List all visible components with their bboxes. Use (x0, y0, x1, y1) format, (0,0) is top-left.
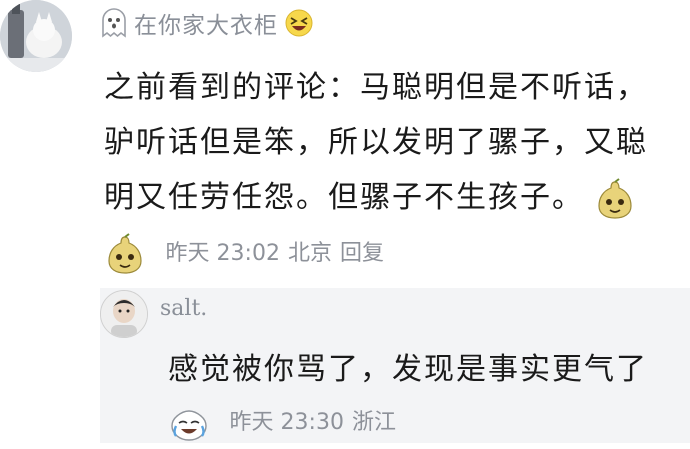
reply-meta: 昨天 23:30 浙江 (230, 397, 396, 449)
reply-time: 昨天 23:30 (229, 409, 344, 435)
comment-text: 之前看到的评论：马聪明但是不听话，驴听话但是笨，所以发明了骡子，又聪明又任劳任怨… (104, 70, 648, 215)
comment-location: 北京 (287, 241, 332, 266)
avatar-image (0, 0, 72, 72)
reply-location: 浙江 (351, 409, 396, 435)
comment-username[interactable]: 在你家大衣柜 (134, 6, 278, 40)
comment-time: 昨天 23:02 (165, 241, 280, 266)
comment-meta: 昨天 23:02 北京 回复 (166, 226, 384, 281)
reply-body: 感觉被你骂了，发现是事实更气了 昨天 23:30 浙江 (168, 344, 678, 449)
pear-face-emoji-icon (108, 232, 142, 274)
comment-body: 之前看到的评论：马聪明但是不听话，驴听话但是笨，所以发明了骡子，又聪明又任劳任怨… (104, 60, 664, 281)
reply-block: salt. 感觉被你骂了，发现是事实更气了 昨天 23:30 浙江 (100, 288, 690, 443)
reply-username[interactable]: salt. (160, 296, 207, 321)
grinning-squint-emoji-icon (285, 9, 313, 37)
comment-username-row: 在你家大衣柜 (100, 6, 314, 40)
ghost-icon (102, 8, 126, 38)
reply-text: 感觉被你骂了，发现是事实更气了 (168, 352, 648, 387)
crying-laughing-emoji-icon (171, 409, 207, 441)
avatar-image (101, 291, 147, 337)
commenter-avatar[interactable] (0, 0, 72, 72)
reply-avatar[interactable] (100, 290, 148, 338)
pear-face-emoji-icon (597, 177, 632, 219)
reply-link[interactable]: 回复 (340, 226, 384, 281)
